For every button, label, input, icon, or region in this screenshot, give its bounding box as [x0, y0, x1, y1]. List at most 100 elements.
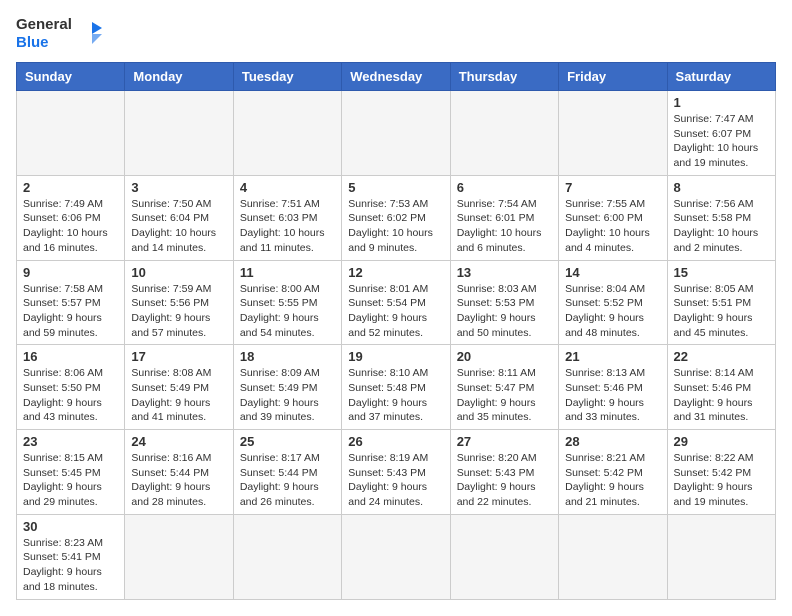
- day-cell: [342, 91, 450, 176]
- day-number: 28: [565, 434, 660, 449]
- day-info: Sunrise: 8:04 AM Sunset: 5:52 PM Dayligh…: [565, 282, 660, 341]
- day-cell: 13 Sunrise: 8:03 AM Sunset: 5:53 PM Dayli…: [450, 260, 558, 345]
- day-cell: 30Sunrise: 8:23 AM Sunset: 5:41 PM Dayli…: [17, 514, 125, 599]
- day-cell: 3 Sunrise: 7:50 AM Sunset: 6:04 PM Daylig…: [125, 175, 233, 260]
- day-info: Sunrise: 7:58 AM Sunset: 5:57 PM Dayligh…: [23, 282, 118, 341]
- day-cell: 2 Sunrise: 7:49 AM Sunset: 6:06 PM Daylig…: [17, 175, 125, 260]
- day-number: 5: [348, 180, 443, 195]
- day-info: Sunrise: 7:51 AM Sunset: 6:03 PM Dayligh…: [240, 197, 335, 256]
- day-number: 4: [240, 180, 335, 195]
- weekday-header-wednesday: Wednesday: [342, 63, 450, 91]
- day-info: Sunrise: 7:55 AM Sunset: 6:00 PM Dayligh…: [565, 197, 660, 256]
- day-number: 15: [674, 265, 769, 280]
- day-cell: [233, 91, 341, 176]
- day-cell: 14Sunrise: 8:04 AM Sunset: 5:52 PM Dayli…: [559, 260, 667, 345]
- day-number: 23: [23, 434, 118, 449]
- day-cell: [233, 514, 341, 599]
- weekday-header-sunday: Sunday: [17, 63, 125, 91]
- day-number: 16: [23, 349, 118, 364]
- day-info: Sunrise: 8:11 AM Sunset: 5:47 PM Dayligh…: [457, 366, 552, 425]
- day-number: 2: [23, 180, 118, 195]
- day-cell: 8 Sunrise: 7:56 AM Sunset: 5:58 PM Daylig…: [667, 175, 775, 260]
- day-cell: [559, 514, 667, 599]
- day-number: 26: [348, 434, 443, 449]
- logo-blue: Blue: [16, 34, 49, 51]
- day-info: Sunrise: 8:17 AM Sunset: 5:44 PM Dayligh…: [240, 451, 335, 510]
- day-cell: 29 Sunrise: 8:22 AM Sunset: 5:42 PM Dayli…: [667, 430, 775, 515]
- day-cell: 22Sunrise: 8:14 AM Sunset: 5:46 PM Dayli…: [667, 345, 775, 430]
- calendar-table: SundayMondayTuesdayWednesdayThursdayFrid…: [16, 62, 776, 600]
- day-number: 27: [457, 434, 552, 449]
- day-info: Sunrise: 8:16 AM Sunset: 5:44 PM Dayligh…: [131, 451, 226, 510]
- day-cell: 15 Sunrise: 8:05 AM Sunset: 5:51 PM Dayli…: [667, 260, 775, 345]
- day-cell: [450, 91, 558, 176]
- day-info: Sunrise: 8:15 AM Sunset: 5:45 PM Dayligh…: [23, 451, 118, 510]
- day-cell: 19 Sunrise: 8:10 AM Sunset: 5:48 PM Dayli…: [342, 345, 450, 430]
- day-info: Sunrise: 8:01 AM Sunset: 5:54 PM Dayligh…: [348, 282, 443, 341]
- day-number: 8: [674, 180, 769, 195]
- day-info: Sunrise: 7:56 AM Sunset: 5:58 PM Dayligh…: [674, 197, 769, 256]
- day-cell: 1Sunrise: 7:47 AM Sunset: 6:07 PM Daylig…: [667, 91, 775, 176]
- day-info: Sunrise: 8:09 AM Sunset: 5:49 PM Dayligh…: [240, 366, 335, 425]
- day-number: 3: [131, 180, 226, 195]
- day-number: 21: [565, 349, 660, 364]
- day-info: Sunrise: 8:22 AM Sunset: 5:42 PM Dayligh…: [674, 451, 769, 510]
- day-cell: 7Sunrise: 7:55 AM Sunset: 6:00 PM Daylig…: [559, 175, 667, 260]
- day-info: Sunrise: 8:08 AM Sunset: 5:49 PM Dayligh…: [131, 366, 226, 425]
- day-info: Sunrise: 8:13 AM Sunset: 5:46 PM Dayligh…: [565, 366, 660, 425]
- day-number: 24: [131, 434, 226, 449]
- day-cell: 5 Sunrise: 7:53 AM Sunset: 6:02 PM Daylig…: [342, 175, 450, 260]
- day-info: Sunrise: 7:59 AM Sunset: 5:56 PM Dayligh…: [131, 282, 226, 341]
- logo: General Blue: [16, 16, 106, 52]
- day-number: 1: [674, 95, 769, 110]
- day-cell: 11 Sunrise: 8:00 AM Sunset: 5:55 PM Dayli…: [233, 260, 341, 345]
- day-cell: 6 Sunrise: 7:54 AM Sunset: 6:01 PM Daylig…: [450, 175, 558, 260]
- day-number: 17: [131, 349, 226, 364]
- day-number: 10: [131, 265, 226, 280]
- weekday-header-monday: Monday: [125, 63, 233, 91]
- day-cell: 16 Sunrise: 8:06 AM Sunset: 5:50 PM Dayli…: [17, 345, 125, 430]
- day-cell: 12 Sunrise: 8:01 AM Sunset: 5:54 PM Dayli…: [342, 260, 450, 345]
- day-number: 11: [240, 265, 335, 280]
- day-number: 13: [457, 265, 552, 280]
- day-number: 19: [348, 349, 443, 364]
- day-cell: [125, 514, 233, 599]
- day-info: Sunrise: 8:05 AM Sunset: 5:51 PM Dayligh…: [674, 282, 769, 341]
- day-cell: [559, 91, 667, 176]
- day-cell: 20 Sunrise: 8:11 AM Sunset: 5:47 PM Dayli…: [450, 345, 558, 430]
- day-cell: 25Sunrise: 8:17 AM Sunset: 5:44 PM Dayli…: [233, 430, 341, 515]
- day-cell: 28 Sunrise: 8:21 AM Sunset: 5:42 PM Dayli…: [559, 430, 667, 515]
- week-row-3: 9 Sunrise: 7:58 AM Sunset: 5:57 PM Daylig…: [17, 260, 776, 345]
- logo-flag-icon: [78, 20, 106, 48]
- day-cell: [125, 91, 233, 176]
- day-number: 20: [457, 349, 552, 364]
- day-info: Sunrise: 7:54 AM Sunset: 6:01 PM Dayligh…: [457, 197, 552, 256]
- day-cell: 10 Sunrise: 7:59 AM Sunset: 5:56 PM Dayli…: [125, 260, 233, 345]
- day-number: 29: [674, 434, 769, 449]
- day-number: 9: [23, 265, 118, 280]
- day-info: Sunrise: 8:21 AM Sunset: 5:42 PM Dayligh…: [565, 451, 660, 510]
- day-cell: 17 Sunrise: 8:08 AM Sunset: 5:49 PM Dayli…: [125, 345, 233, 430]
- day-info: Sunrise: 7:50 AM Sunset: 6:04 PM Dayligh…: [131, 197, 226, 256]
- day-info: Sunrise: 8:14 AM Sunset: 5:46 PM Dayligh…: [674, 366, 769, 425]
- day-info: Sunrise: 8:10 AM Sunset: 5:48 PM Dayligh…: [348, 366, 443, 425]
- day-number: 12: [348, 265, 443, 280]
- week-row-6: 30Sunrise: 8:23 AM Sunset: 5:41 PM Dayli…: [17, 514, 776, 599]
- week-row-4: 16 Sunrise: 8:06 AM Sunset: 5:50 PM Dayli…: [17, 345, 776, 430]
- day-info: Sunrise: 8:06 AM Sunset: 5:50 PM Dayligh…: [23, 366, 118, 425]
- day-info: Sunrise: 8:20 AM Sunset: 5:43 PM Dayligh…: [457, 451, 552, 510]
- day-info: Sunrise: 8:00 AM Sunset: 5:55 PM Dayligh…: [240, 282, 335, 341]
- logo-wordmark: General Blue: [16, 16, 72, 52]
- logo-general: General: [16, 16, 72, 33]
- day-number: 6: [457, 180, 552, 195]
- day-info: Sunrise: 8:03 AM Sunset: 5:53 PM Dayligh…: [457, 282, 552, 341]
- weekday-header-saturday: Saturday: [667, 63, 775, 91]
- day-cell: [450, 514, 558, 599]
- day-info: Sunrise: 7:49 AM Sunset: 6:06 PM Dayligh…: [23, 197, 118, 256]
- day-cell: 27 Sunrise: 8:20 AM Sunset: 5:43 PM Dayli…: [450, 430, 558, 515]
- week-row-2: 2 Sunrise: 7:49 AM Sunset: 6:06 PM Daylig…: [17, 175, 776, 260]
- day-info: Sunrise: 7:53 AM Sunset: 6:02 PM Dayligh…: [348, 197, 443, 256]
- week-row-1: 1Sunrise: 7:47 AM Sunset: 6:07 PM Daylig…: [17, 91, 776, 176]
- day-number: 30: [23, 519, 118, 534]
- weekday-header-row: SundayMondayTuesdayWednesdayThursdayFrid…: [17, 63, 776, 91]
